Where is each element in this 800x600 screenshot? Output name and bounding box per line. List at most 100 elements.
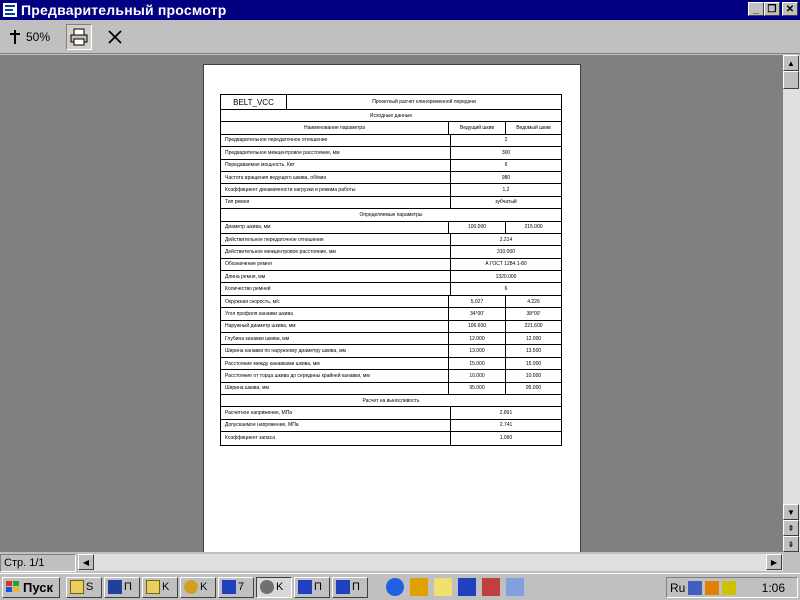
report-header: BELT_VCC Проектный расчет клиноременной … [221, 95, 561, 110]
table-row: Расчетное напряжение, МПа 2.891 [221, 407, 561, 420]
param-value: 300 [501, 149, 511, 156]
volume-icon[interactable] [722, 580, 737, 595]
param-value-driven: 4.226 [505, 295, 561, 308]
param-name: Коэффициент динамичности нагрузки и режи… [221, 184, 451, 196]
arrow-down-icon: ▼ [787, 507, 795, 517]
zoom-icon [10, 29, 20, 44]
minimize-button[interactable]: _ [748, 2, 764, 16]
folder-icon [70, 580, 84, 594]
double-arrow-down-icon: ⇟ [787, 539, 795, 549]
taskbar-button[interactable]: K [142, 576, 178, 598]
param-value: 1320.000 [495, 273, 517, 280]
language-indicator[interactable]: Ru [670, 581, 685, 595]
taskbar-button[interactable]: П [332, 576, 368, 598]
preview-area: BELT_VCC Проектный расчет клиноременной … [0, 55, 783, 552]
close-preview-button[interactable] [102, 24, 128, 50]
table-row: Предварительное межцентровое расстояние,… [221, 147, 561, 160]
taskbar-button[interactable]: П [104, 576, 140, 598]
gear-icon [260, 580, 274, 594]
arrow-right-icon: ▶ [770, 557, 778, 567]
param-name: Количество ремней [221, 283, 451, 295]
table-row: Тип ремня зубчатый [221, 196, 561, 210]
note-icon[interactable] [434, 578, 452, 596]
word-icon [298, 580, 312, 594]
word-icon[interactable] [458, 578, 476, 596]
param-value: 980 [501, 174, 511, 181]
clock[interactable]: 1:06 [762, 581, 785, 595]
system-tray: Ru 1:06 [666, 577, 798, 598]
printer-icon [70, 28, 88, 45]
title-bar[interactable]: Предварительный просмотр _ ❐ ✕ [0, 0, 800, 20]
table-row: Ширина канавки по наружному диаметру шки… [221, 345, 561, 358]
param-value-driven: 12.000 [505, 333, 561, 345]
app-icon [108, 580, 122, 594]
taskbar-button[interactable]: K [256, 576, 292, 598]
page-down-button[interactable]: ⇟ [783, 536, 799, 552]
param-value-driven: 95.000 [505, 382, 561, 394]
param-name: Расстояние между канавками шкива, мм [221, 357, 449, 370]
task-label: П [124, 581, 132, 593]
taskbar-button[interactable]: П [294, 576, 330, 598]
taskbar-button[interactable]: 7 [218, 576, 254, 598]
browser-icon[interactable] [386, 578, 404, 596]
horizontal-scrollbar[interactable]: ◀ ▶ [78, 554, 783, 571]
taskbar: Пуск S П K K 7 K П П Ru 1:06 [0, 573, 800, 600]
taskbar-button[interactable]: S [66, 576, 102, 598]
param-name: Частота вращения ведущего шкива, об/мин [221, 171, 451, 184]
table-row: Ширина шкива, мм 95.000 95.000 [221, 382, 561, 395]
start-button[interactable]: Пуск [2, 576, 60, 598]
scroll-left-button[interactable]: ◀ [78, 554, 94, 570]
param-name: Расстояние от торца шкива до середины кр… [221, 370, 449, 382]
zoom-button[interactable]: 50% [6, 25, 52, 49]
quick-launch [386, 578, 524, 596]
close-window-button[interactable]: ✕ [782, 2, 798, 16]
param-name: Глубина канавки шкива, мм [221, 333, 449, 345]
param-value: А ГОСТ 1284.1-80 [485, 261, 527, 268]
param-value-driving: 5.027 [470, 298, 484, 305]
page-up-button[interactable]: ⇞ [783, 520, 799, 536]
param-value: 2 [504, 137, 508, 144]
table-row: Окружная скорость, м/с 5.027 4.226 [221, 295, 561, 309]
task-label: П [352, 581, 360, 593]
task-label: 7 [238, 581, 245, 593]
param-name: Диаметр шкива, мм [221, 221, 449, 233]
param-name: Действительное межцентровое расстояние, … [221, 246, 451, 258]
column-header-driven: Ведомый шкив [505, 122, 561, 134]
tray-app-icon[interactable] [705, 580, 720, 595]
param-value-driven: 38°00' [505, 308, 561, 320]
vertical-scrollbar[interactable]: ▲ ▼ ⇞ ⇟ [783, 55, 800, 552]
close-icon: ✕ [785, 3, 795, 15]
param-name: Угол профиля канавки шкива [221, 308, 449, 320]
column-header-name: Наименование параметра [221, 122, 449, 134]
table-row: Частота вращения ведущего шкива, об/мин 9… [221, 171, 561, 185]
param-name: Действительное передаточное отношение [221, 233, 451, 246]
network-icon[interactable] [688, 580, 703, 595]
param-value-driving: 13.000 [469, 348, 485, 355]
media-icon[interactable] [410, 578, 428, 596]
param-name: Передаваемая мощность, Квт [221, 159, 451, 171]
search-icon[interactable] [506, 578, 524, 596]
param-name: Предварительное межцентровое расстояние,… [221, 147, 451, 159]
table-row: Предварительное передаточное отношение 2 [221, 134, 561, 148]
restore-button[interactable]: ❐ [764, 2, 780, 16]
param-value: 6 [504, 286, 508, 293]
paint-icon[interactable] [482, 578, 500, 596]
table-row: Действительное передаточное отношение 2.2… [221, 233, 561, 247]
param-value-driving: 12.000 [469, 335, 485, 342]
scroll-up-button[interactable]: ▲ [783, 55, 799, 71]
print-button[interactable] [66, 23, 93, 50]
table-row: Допускаемое напряжение, МПа 2.741 [221, 419, 561, 433]
taskbar-button[interactable]: K [180, 576, 216, 598]
param-name: Ширина шкива, мм [221, 382, 449, 394]
param-name: Допускаемое напряжение, МПа [221, 419, 451, 432]
param-value-driving: 106.600 [467, 323, 487, 330]
report-title: Проектный расчет клиноременной передачи [372, 99, 476, 105]
section-title: Определяемые параметры [221, 209, 561, 222]
scroll-right-button[interactable]: ▶ [766, 554, 782, 570]
table-header-row: Наименование параметра Ведущий шкив Ведо… [221, 122, 561, 135]
double-arrow-up-icon: ⇞ [787, 523, 795, 533]
param-value-driven: 15.000 [505, 357, 561, 370]
window-controls: _ ❐ ✕ [748, 2, 798, 16]
scroll-down-button[interactable]: ▼ [783, 504, 799, 520]
scroll-thumb[interactable] [783, 71, 799, 89]
